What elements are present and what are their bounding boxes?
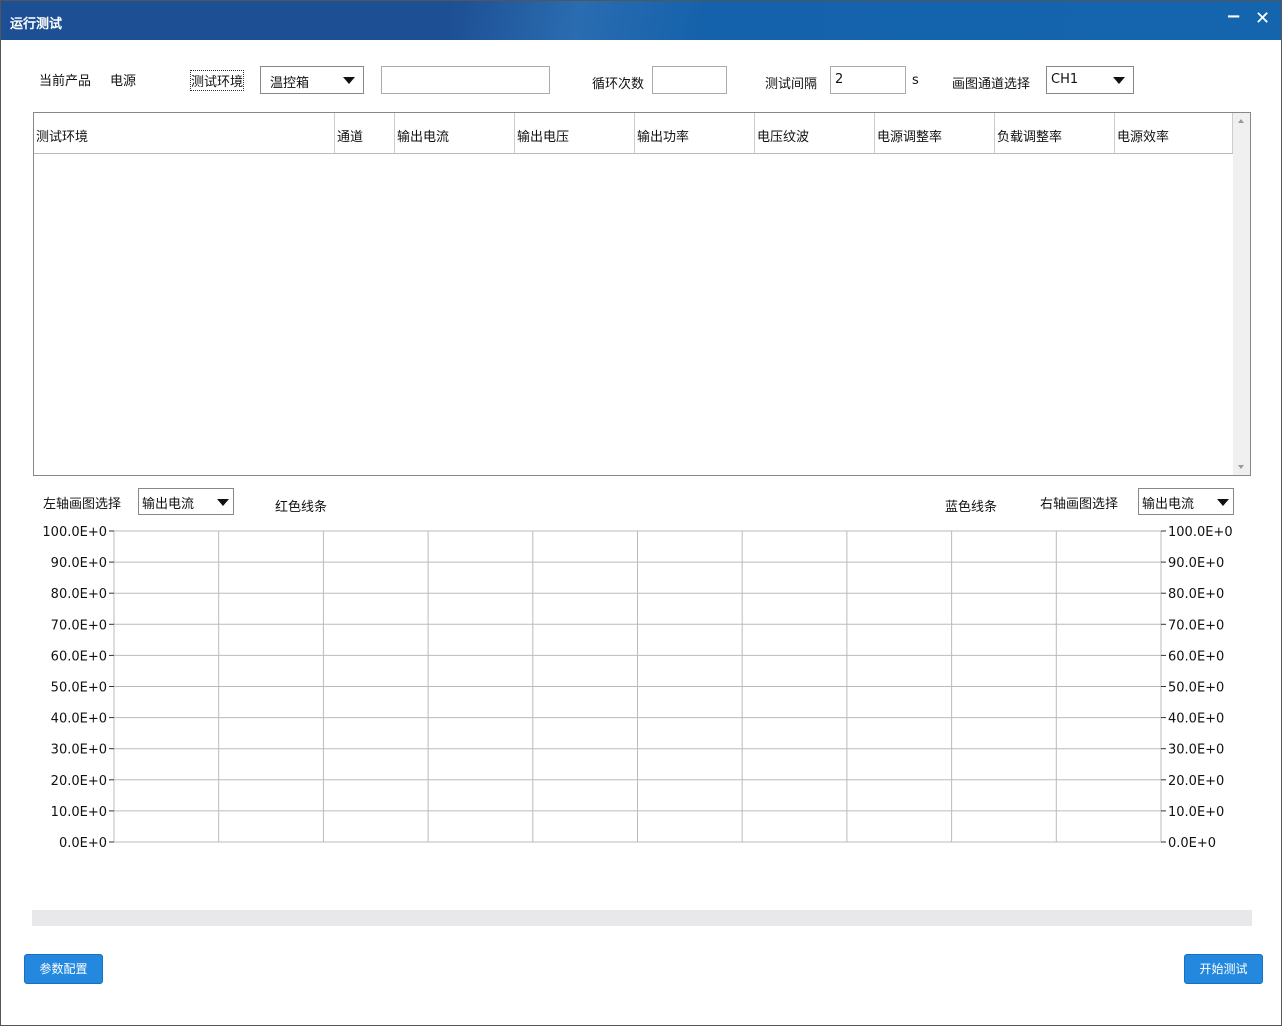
column-header[interactable]: 输出电压: [515, 113, 635, 153]
table-header: 测试环境 通道 输出电流 输出电压 输出功率 电压纹波 电源调整率 负载调整率 …: [34, 113, 1233, 154]
interval-input[interactable]: 2: [830, 66, 906, 94]
cycles-input[interactable]: [652, 66, 727, 94]
left-tick-label: 50.0E+0: [51, 681, 107, 696]
column-header[interactable]: 电压纹波: [755, 113, 875, 153]
right-tick-label: 70.0E+0: [1168, 618, 1224, 633]
chevron-down-icon: [217, 499, 229, 506]
column-header[interactable]: 输出功率: [635, 113, 755, 153]
right-tick-label: 10.0E+0: [1168, 805, 1224, 820]
red-line-legend: 红色线条: [275, 500, 328, 515]
column-header[interactable]: 测试环境: [34, 113, 335, 153]
right-tick-label: 40.0E+0: [1168, 712, 1224, 727]
title-bar: 运行测试 − ✕: [1, 1, 1281, 40]
left-axis-label: 左轴画图选择: [43, 497, 122, 512]
interval-unit: s: [912, 73, 919, 88]
left-tick-label: 40.0E+0: [51, 712, 107, 727]
window-title: 运行测试: [10, 17, 63, 32]
left-tick-label: 80.0E+0: [51, 587, 107, 602]
column-header[interactable]: 负载调整率: [995, 113, 1115, 153]
vertical-scrollbar[interactable]: [1233, 113, 1250, 475]
right-tick-label: 90.0E+0: [1168, 556, 1224, 571]
column-header[interactable]: 电源调整率: [875, 113, 995, 153]
right-tick-label: 100.0E+0: [1168, 525, 1233, 540]
right-tick-label: 80.0E+0: [1168, 587, 1224, 602]
current-product-value: 电源: [110, 74, 137, 89]
interval-label: 测试间隔: [765, 77, 818, 92]
left-tick-label: 30.0E+0: [51, 743, 107, 758]
test-env-label: 测试环境: [190, 70, 245, 91]
cycles-label: 循环次数: [592, 77, 645, 92]
start-test-button[interactable]: 开始测试: [1184, 954, 1263, 984]
right-tick-label: 50.0E+0: [1168, 681, 1224, 696]
left-tick-label: 10.0E+0: [51, 805, 107, 820]
chevron-down-icon: [343, 77, 355, 84]
config-button[interactable]: 参数配置: [24, 954, 103, 984]
right-tick-label: 60.0E+0: [1168, 649, 1224, 664]
chevron-down-icon: [1217, 499, 1229, 506]
right-axis-label: 右轴画图选择: [1040, 497, 1119, 512]
scroll-down-icon[interactable]: [1238, 465, 1244, 469]
right-tick-label: 0.0E+0: [1168, 836, 1216, 851]
chevron-down-icon: [1113, 77, 1125, 84]
channel-select[interactable]: CH1: [1046, 66, 1134, 94]
channel-value: CH1: [1051, 72, 1079, 87]
current-product-label: 当前产品: [39, 74, 92, 89]
left-tick-label: 0.0E+0: [59, 836, 107, 851]
left-axis-select[interactable]: 输出电流: [138, 488, 234, 515]
left-tick-label: 60.0E+0: [51, 649, 107, 664]
left-tick-label: 20.0E+0: [51, 774, 107, 789]
close-icon[interactable]: ✕: [1255, 8, 1270, 29]
blue-line-legend: 蓝色线条: [945, 500, 998, 515]
column-header[interactable]: 通道: [335, 113, 395, 153]
left-tick-label: 100.0E+0: [42, 525, 107, 540]
column-header[interactable]: 电源效率: [1115, 113, 1233, 153]
right-tick-label: 20.0E+0: [1168, 774, 1224, 789]
right-axis-select[interactable]: 输出电流: [1138, 488, 1234, 515]
scroll-up-icon[interactable]: [1238, 119, 1244, 123]
channel-label: 画图通道选择: [952, 77, 1031, 92]
chart: 0.0E+0 10.0E+0 20.0E+0 30.0E+0 40.0E+0 50.0E+…: [42, 525, 1233, 851]
right-axis-value: 输出电流: [1142, 497, 1195, 512]
right-tick-label: 30.0E+0: [1168, 743, 1224, 758]
test-env-value: 温控箱: [270, 76, 310, 91]
results-table: 测试环境 通道 输出电流 输出电压 输出功率 电压纹波 电源调整率 负载调整率 …: [33, 112, 1251, 476]
test-env-select[interactable]: 温控箱: [260, 66, 364, 94]
window: 运行测试 − ✕ 当前产品 电源 测试环境 温控箱 循环次数 测试间隔 2 s …: [0, 0, 1282, 1026]
test-env-extra-input[interactable]: [381, 66, 550, 94]
left-tick-label: 70.0E+0: [51, 618, 107, 633]
left-tick-label: 90.0E+0: [51, 556, 107, 571]
left-axis-value: 输出电流: [142, 497, 195, 512]
minimize-icon[interactable]: −: [1226, 6, 1241, 27]
column-header[interactable]: 输出电流: [395, 113, 515, 153]
progress-bar: [32, 910, 1252, 926]
